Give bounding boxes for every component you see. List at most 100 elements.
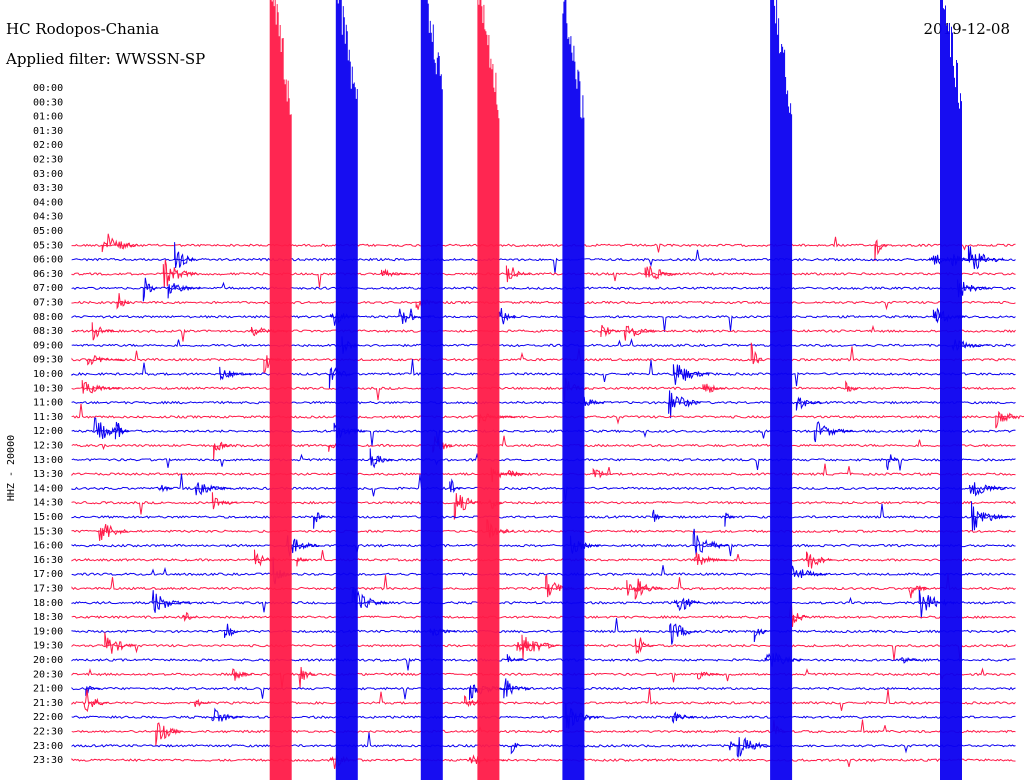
time-label: 17:00	[33, 569, 63, 580]
time-label: 08:00	[33, 312, 63, 323]
time-label: 07:00	[33, 283, 63, 294]
time-label: 15:00	[33, 512, 63, 523]
trace-row	[71, 359, 1016, 387]
time-label: 14:00	[33, 483, 63, 494]
trace-row	[71, 300, 1016, 311]
time-label: 01:30	[33, 126, 63, 137]
time-label: 08:30	[33, 326, 63, 337]
time-label: 21:30	[33, 698, 63, 709]
event-mark	[694, 552, 728, 565]
time-label: 13:30	[33, 469, 63, 480]
event-mark	[724, 512, 736, 527]
time-label: 23:00	[33, 741, 63, 752]
large-event	[562, 0, 585, 780]
trace-row	[71, 338, 1016, 348]
event-mark	[91, 322, 115, 341]
trace-row	[71, 719, 1016, 734]
time-label: 06:30	[33, 269, 63, 280]
large-event	[269, 0, 292, 780]
event-mark	[449, 478, 464, 494]
time-label: 18:00	[33, 598, 63, 609]
time-axis: 00:00 00:30 01:00 01:30 02:00 02:30 03:00 03:30…	[33, 83, 63, 766]
time-label: 05:30	[33, 240, 63, 251]
event-mark	[995, 410, 1024, 429]
time-label: 04:30	[33, 212, 63, 223]
time-label: 00:30	[33, 97, 63, 108]
time-label: 14:30	[33, 498, 63, 509]
event-mark	[789, 603, 809, 627]
trace-row	[71, 236, 1016, 253]
trace-row	[71, 688, 1016, 711]
trace-row	[71, 615, 1016, 620]
event-mark	[101, 233, 139, 253]
time-label: 12:30	[33, 441, 63, 452]
time-label: 04:00	[33, 197, 63, 208]
event-mark	[224, 623, 238, 638]
trace-row	[71, 281, 1016, 291]
event-mark	[702, 383, 726, 393]
large-event	[770, 0, 793, 780]
time-label: 16:00	[33, 541, 63, 552]
time-label: 03:00	[33, 169, 63, 180]
trace-row	[71, 423, 1016, 447]
time-label: 02:30	[33, 155, 63, 166]
time-label: 02:00	[33, 140, 63, 151]
event-mark	[971, 501, 1009, 532]
event-mark	[298, 666, 316, 688]
event-mark	[672, 364, 711, 385]
trace-row	[71, 758, 1016, 767]
trace-row	[71, 637, 1016, 661]
time-label: 10:30	[33, 383, 63, 394]
event-mark	[142, 277, 158, 302]
trace-row	[71, 550, 1016, 562]
event-mark	[81, 380, 121, 394]
time-label: 22:30	[33, 727, 63, 738]
time-label: 01:00	[33, 112, 63, 123]
event-mark	[668, 390, 701, 419]
y-axis-label: HHZ - 20000	[6, 435, 17, 501]
event-mark	[736, 737, 773, 758]
trace-row	[71, 267, 1016, 288]
event-mark	[87, 355, 124, 366]
trace-row	[71, 543, 1016, 557]
event-mark	[211, 492, 238, 510]
time-label: 20:00	[33, 655, 63, 666]
trace-row	[71, 403, 1016, 425]
event-mark	[583, 396, 605, 407]
event-mark	[296, 556, 309, 567]
trace-row	[71, 732, 1016, 754]
event-mark	[674, 597, 701, 612]
trace-row	[71, 400, 1016, 405]
trace-row	[71, 529, 1016, 534]
trace-row	[71, 463, 1016, 477]
event-mark	[496, 307, 516, 325]
event-mark	[969, 482, 1006, 497]
event-mark	[93, 417, 129, 440]
event-mark	[697, 671, 723, 680]
large-event	[940, 0, 962, 780]
time-label: 12:00	[33, 426, 63, 437]
time-label: 09:30	[33, 355, 63, 366]
time-label: 17:30	[33, 584, 63, 595]
time-label: 20:30	[33, 669, 63, 680]
event-mark	[874, 239, 888, 261]
time-label: 22:00	[33, 712, 63, 723]
helicorder-plot: 00:00 00:30 01:00 01:30 02:00 02:30 03:00 03:30…	[6, 0, 1024, 780]
time-label: 19:30	[33, 641, 63, 652]
trace-row	[71, 667, 1016, 689]
large-event	[420, 0, 443, 780]
event-mark	[507, 470, 527, 478]
event-mark	[231, 668, 253, 681]
trace-row	[71, 386, 1016, 401]
time-label: 07:30	[33, 298, 63, 309]
event-mark	[644, 266, 679, 280]
trace-row	[71, 573, 1016, 591]
trace-row	[71, 249, 1016, 274]
trace-row	[71, 346, 1016, 362]
event-mark	[213, 441, 231, 460]
trace-row	[71, 657, 1016, 671]
time-label: 05:00	[33, 226, 63, 237]
event-mark	[151, 590, 191, 613]
time-label: 03:30	[33, 183, 63, 194]
event-mark	[211, 707, 244, 722]
